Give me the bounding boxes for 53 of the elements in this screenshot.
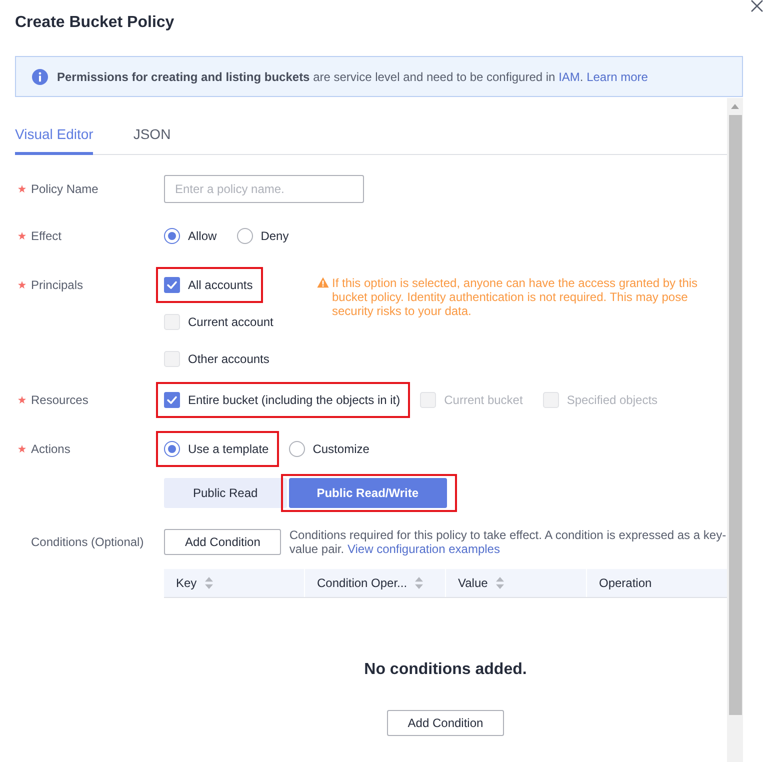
scrollbar-thumb[interactable] [728,115,742,715]
radio-button[interactable] [288,441,305,457]
field-label: Conditions (Optional) [31,535,144,549]
add-condition-button[interactable]: Add Condition [386,710,504,736]
add-condition-button[interactable]: Add Condition [164,529,282,555]
column-header[interactable]: Value [446,569,586,597]
checkbox[interactable] [164,351,180,367]
checkbox[interactable] [164,277,180,293]
radio-option[interactable]: Deny [236,222,289,250]
policy-name-field[interactable]: Enter a policy name. [164,175,364,203]
condition-description: Conditions required for this policy to take effect. A condition is expressed as a key-value pair. View configuration examples [289,528,727,556]
radio-option[interactable]: Customize [288,435,370,463]
tab[interactable]: Visual Editor [15,112,94,155]
column-title: Value [458,576,488,590]
column-title: Operation [599,576,652,590]
checkbox-option[interactable]: Entire bucket (including the objects in it) [164,386,400,414]
notice-link[interactable]: IAM [558,70,580,84]
scroll-up-icon[interactable] [731,104,739,109]
checkbox-option[interactable]: Other accounts [164,345,270,373]
radio-button[interactable] [236,228,253,244]
field-label: Actions [31,442,70,456]
sort-icon[interactable] [415,577,424,589]
warning-icon [317,277,329,288]
template-button[interactable]: Public Read/Write [288,478,447,508]
notice-link[interactable]: Learn more [586,70,648,84]
radio-option[interactable]: Use a template [164,435,269,463]
dialog-title: Create Bucket Policy [15,13,174,32]
empty-message: No conditions added. [364,660,527,680]
sort-icon[interactable] [496,577,504,589]
column-header[interactable]: Key [164,569,304,597]
radio-button[interactable] [164,228,180,244]
checkbox[interactable] [164,392,180,408]
radio-button[interactable] [164,441,180,457]
checkbox[interactable] [164,314,180,330]
close-icon[interactable] [751,0,763,12]
notice-text: Permissions for creating and listing buckets are service level and need to be configured in IAM. Learn more [57,70,648,84]
template-button[interactable]: Public Read [164,478,287,508]
column-title: Condition Oper... [317,576,408,590]
column-title: Key [176,576,197,590]
examples-link[interactable]: View configuration examples [347,542,500,556]
field-label: Resources [31,393,88,407]
warning-text: If this option is selected, anyone can have the access granted by this bucket policy. Identity authentication is not required. This may pose security risks to your data. [332,276,699,318]
radio-option[interactable]: Allow [164,222,217,250]
scrollbar[interactable] [727,98,743,762]
checkbox-option[interactable]: All accounts [164,271,253,299]
field-label: Effect [31,229,62,243]
field-label: Policy Name [31,182,98,196]
sort-icon[interactable] [204,577,213,589]
tab[interactable]: JSON [133,112,171,155]
info-icon [32,68,48,84]
checkbox-option[interactable]: Current account [164,308,274,336]
column-header[interactable]: Condition Oper... [305,569,445,597]
field-label: Principals [31,278,84,292]
